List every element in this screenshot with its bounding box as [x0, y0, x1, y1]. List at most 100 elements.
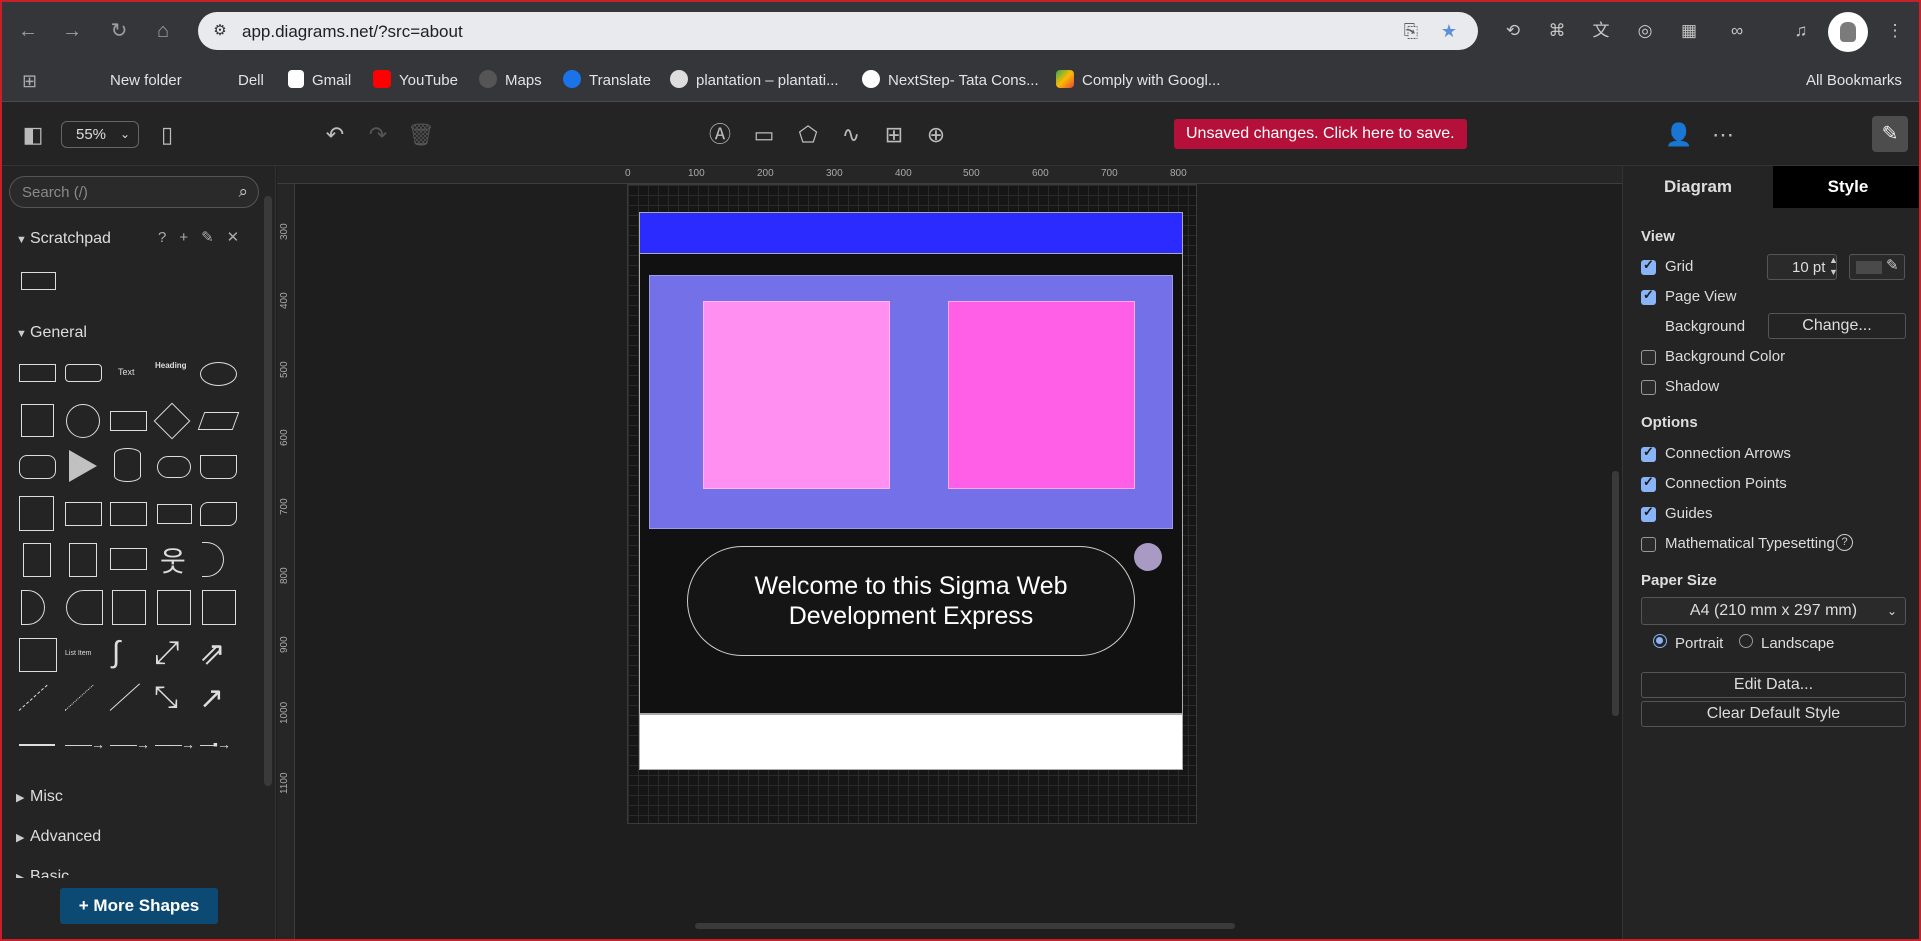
all-bookmarks[interactable]: All Bookmarks	[1780, 70, 1902, 92]
link-icon[interactable]: ∞	[1724, 18, 1750, 44]
shape-document[interactable]	[200, 455, 237, 479]
shape-list-item[interactable]: List Item	[65, 650, 91, 657]
scratchpad-rectangle[interactable]	[21, 272, 56, 290]
shape-dashed-line[interactable]	[18, 684, 48, 711]
shape-triangle[interactable]	[69, 450, 97, 482]
misc-header[interactable]: ▶ Misc	[16, 788, 63, 806]
insert-plus-icon[interactable]: ⊕	[921, 120, 951, 150]
shape-search-input[interactable]: Search (/) ⌕	[9, 176, 259, 208]
shape-swimlane[interactable]	[157, 590, 191, 625]
shape-rounded-rectangle[interactable]	[65, 364, 102, 382]
shape-trapezoid[interactable]	[157, 504, 192, 524]
shape-actor[interactable]: 웃	[160, 540, 186, 580]
rectangle-icon[interactable]: ▭	[749, 120, 779, 150]
shape-curve[interactable]: ∫	[112, 636, 120, 670]
shape-dotted-line[interactable]	[64, 684, 94, 711]
shape-bidirectional-connector[interactable]: ⤡	[154, 681, 178, 715]
back-icon[interactable]: ←	[14, 17, 42, 45]
share-icon[interactable]: 👤	[1664, 120, 1694, 150]
general-header[interactable]: ▼ General	[16, 324, 87, 342]
shape-connector[interactable]: ——→	[65, 736, 105, 752]
page-view-checkbox[interactable]	[1641, 287, 1656, 305]
diagram-canvas[interactable]: 0 100 200 300 400 500 600 700 800 300 40…	[277, 166, 1622, 939]
delete-icon[interactable]: 🗑	[406, 120, 436, 150]
reload-icon[interactable]: ↻	[105, 17, 133, 45]
shape-note[interactable]	[23, 543, 51, 577]
shapes-icon[interactable]: ⬠	[793, 120, 823, 150]
landscape-radio[interactable]	[1739, 634, 1753, 648]
grid-checkbox[interactable]	[1641, 257, 1656, 275]
bookmark-plantation[interactable]: plantation – plantati...	[670, 70, 839, 92]
shape-list[interactable]	[19, 638, 57, 672]
address-bar[interactable]: ⚙ app.diagrams.net/?src=about ⎘ ★	[198, 12, 1478, 50]
shape-or[interactable]	[202, 542, 224, 577]
shape-bidirectional-arrow[interactable]: ⤢	[154, 634, 180, 672]
lens-icon[interactable]: ◎	[1632, 18, 1658, 44]
shape-square[interactable]	[21, 404, 54, 437]
tab-style[interactable]: Style	[1773, 166, 1919, 208]
shape-callout[interactable]	[110, 548, 147, 570]
circle-dot-shape[interactable]	[1134, 543, 1162, 571]
incognito-icon[interactable]: ⌘	[1544, 18, 1570, 44]
shape-connector-symbol[interactable]: —▪→	[200, 736, 231, 752]
bookmark-star-icon[interactable]: ★	[1436, 19, 1462, 43]
bookmark-maps[interactable]: Maps	[479, 70, 542, 92]
shape-delay[interactable]	[21, 590, 45, 625]
shape-arrow[interactable]: ⇗	[199, 634, 226, 672]
shape-circle[interactable]	[66, 404, 100, 438]
shape-ellipse[interactable]	[200, 362, 237, 386]
bookmark-comply[interactable]: Comply with Googl...	[1056, 70, 1220, 92]
shape-step[interactable]	[110, 502, 147, 526]
search-icon[interactable]: ⌕	[238, 182, 248, 202]
history-icon[interactable]: ⟲	[1500, 18, 1526, 44]
help-icon[interactable]: ?	[1836, 534, 1853, 551]
unsaved-changes-button[interactable]: Unsaved changes. Click here to save.	[1174, 119, 1467, 149]
shape-directional-connector[interactable]: ↗	[199, 681, 224, 716]
shape-parallelogram[interactable]	[197, 412, 240, 430]
qr-code-icon[interactable]: ▦	[1676, 18, 1702, 44]
light-pink-box-shape[interactable]	[703, 301, 890, 489]
shadow-checkbox[interactable]	[1641, 380, 1656, 395]
translate-icon[interactable]: 文	[1588, 18, 1614, 44]
shape-connector-two-labels[interactable]: ——→	[155, 736, 195, 752]
footer-bar-shape[interactable]	[639, 714, 1183, 770]
freehand-icon[interactable]: ∿	[836, 120, 866, 150]
shape-internal-storage[interactable]	[19, 496, 54, 531]
background-color-checkbox[interactable]	[1641, 350, 1656, 365]
format-panel-icon[interactable]: ◧	[18, 120, 48, 150]
forward-icon[interactable]: →	[58, 17, 86, 45]
change-background-button[interactable]: Change...	[1768, 313, 1906, 339]
shape-process[interactable]	[110, 411, 147, 431]
shape-data-storage[interactable]	[66, 590, 103, 625]
bookmark-translate[interactable]: Translate	[563, 70, 651, 92]
media-icon[interactable]: ♫	[1788, 18, 1814, 44]
more-shapes-button[interactable]: + More Shapes	[60, 888, 218, 924]
tab-diagram[interactable]: Diagram	[1623, 166, 1773, 208]
zoom-select[interactable]: 55% ⌄	[61, 121, 139, 148]
profile-avatar[interactable]	[1828, 12, 1868, 52]
home-icon[interactable]: ⌂	[149, 17, 177, 45]
portrait-radio[interactable]	[1653, 634, 1667, 648]
connection-points-checkbox[interactable]	[1641, 474, 1656, 492]
grid-size-input[interactable]: 10 pt	[1767, 254, 1837, 280]
math-typesetting-checkbox[interactable]	[1641, 537, 1656, 552]
redo-icon[interactable]: ↷	[363, 120, 393, 150]
text-icon[interactable]: Ⓐ	[705, 120, 735, 150]
shape-hexagon[interactable]	[19, 455, 56, 479]
shape-cube[interactable]	[65, 502, 102, 526]
page-icon[interactable]: ▯	[152, 120, 182, 150]
edit-data-button[interactable]: Edit Data...	[1641, 672, 1906, 698]
install-app-icon[interactable]: ⎘	[1398, 19, 1424, 43]
scratchpad-header[interactable]: ▼ Scratchpad	[16, 230, 111, 248]
shape-rectangle[interactable]	[19, 364, 56, 382]
scratchpad-tools[interactable]: ?+✎✕	[158, 228, 252, 246]
format-toggle-icon[interactable]: ✎	[1872, 116, 1908, 152]
shape-card[interactable]	[69, 543, 97, 577]
bookmark-nextstep[interactable]: NextStep- Tata Cons...	[862, 70, 1039, 92]
grid-color-picker[interactable]: ✎	[1849, 254, 1905, 280]
shape-tape[interactable]	[200, 502, 237, 526]
bookmark-gmail[interactable]: Gmail	[288, 70, 351, 92]
shape-cylinder[interactable]	[114, 448, 141, 482]
shape-cloud[interactable]	[157, 456, 191, 478]
bookmark-dell[interactable]: Dell	[212, 70, 264, 92]
